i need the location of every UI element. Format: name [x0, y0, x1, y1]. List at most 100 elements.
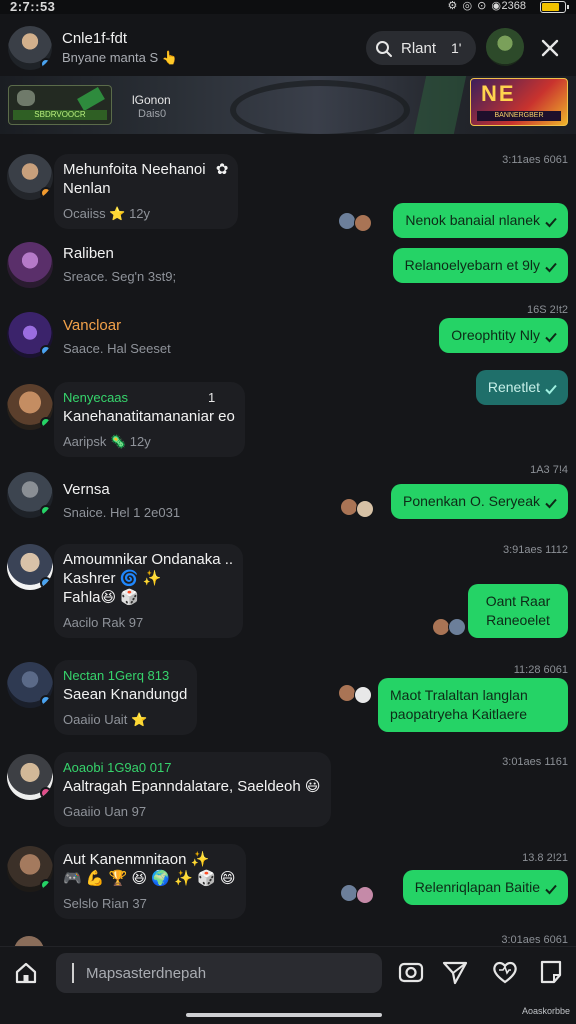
incoming-message[interactable]: Raliben Sreace. Seg'n 3st9;	[54, 238, 186, 292]
send-icon[interactable]	[440, 957, 470, 987]
sticker-icon[interactable]	[536, 957, 566, 987]
chat-row[interactable]: Raliben Sreace. Seg'n 3st9; Relanoelyeba…	[0, 238, 576, 304]
contact-avatar[interactable]	[7, 312, 53, 358]
status-dot-icon	[40, 577, 52, 589]
chat-row[interactable]: Nectan 1Gerq 813 Saean Knandungd Oaaiio …	[0, 658, 576, 748]
message-text: Kanehanatitamananiar eo	[63, 408, 235, 425]
message-sender: Aut Kanenmnitaon	[63, 851, 187, 868]
home-icon[interactable]	[12, 959, 40, 987]
message-composer[interactable]	[56, 953, 382, 993]
message-input[interactable]	[86, 961, 366, 985]
message-sender: Mehunfoita Neehanoi	[63, 161, 206, 178]
contact-avatar[interactable]	[7, 384, 53, 430]
outgoing-message-text: Relenriqlapan Baitie	[414, 879, 540, 895]
chat-header: Cnle1f-fdt Bnyane manta S 👆 Rlant 1'	[0, 14, 576, 76]
home-indicator[interactable]	[186, 1013, 382, 1017]
outgoing-message[interactable]: Relanoelyebarn et 9ly	[392, 248, 568, 283]
chat-row[interactable]: Mehunfoita Neehanoi ✿ Nenlan Ocaiiss ⭐ 1…	[0, 146, 576, 238]
chat-list[interactable]: Mehunfoita Neehanoi ✿ Nenlan Ocaiiss ⭐ 1…	[0, 138, 576, 946]
chat-row[interactable]: 3:01aes 6061	[0, 932, 576, 946]
outgoing-message[interactable]: Maot Tralaltan langlan paopatryeha Kaitl…	[378, 678, 568, 732]
message-text: Fahla	[63, 589, 101, 606]
incoming-message[interactable]: Amoumnikar Ondanaka .. Kashrer 🌀 ✨ Fahla…	[54, 544, 244, 638]
heart-icon[interactable]	[490, 957, 520, 987]
contact-avatar[interactable]	[7, 662, 53, 708]
message-text: Saean Knandungd	[63, 686, 188, 703]
incoming-message[interactable]: Vernsa Snaice. Hel 1 2e031	[54, 474, 190, 528]
chat-row[interactable]: Amoumnikar Ondanaka .. Kashrer 🌀 ✨ Fahla…	[0, 540, 576, 648]
incoming-message[interactable]: Nectan 1Gerq 813 Saean Knandungd Oaaiio …	[54, 660, 198, 735]
outgoing-message-text: paopatryeha Kaitlaere	[390, 706, 527, 722]
message-meta: Aaripsk	[63, 434, 107, 449]
outgoing-message[interactable]: Renetlet	[475, 370, 568, 405]
banner-thumbnail-label: SBDRVOOCR	[13, 110, 107, 120]
message-sender: Vernsa	[63, 481, 110, 498]
banner-subtitle: Dais0	[138, 108, 167, 120]
reaction-avatar	[356, 886, 374, 904]
message-meta: Gaaiio Uan	[63, 804, 129, 819]
promo-banner[interactable]: SBDRVOOCR lGonon Dais0 NE BANNERGBER	[0, 76, 576, 134]
outgoing-message[interactable]: Nenok banaial nlanek	[393, 203, 568, 238]
emoji: ✨	[190, 851, 210, 868]
star-emoji: ⭐	[130, 712, 148, 727]
chat-row[interactable]: Aut Kanenmnitaon ✨ 🎮 💪 🏆 😆 🌍 ✨ 🎲 😄 Selsl…	[0, 842, 576, 936]
contact-avatar[interactable]	[7, 544, 53, 590]
message-timestamp: 3:01aes 6061	[501, 934, 568, 946]
status-dot-icon	[40, 417, 52, 429]
message-timestamp: 11:28 6061	[513, 664, 568, 676]
chat-row[interactable]: Nenyecaas 1 Kanehanatitamananiar eo Aarip…	[0, 370, 576, 464]
text-caret	[72, 963, 74, 983]
banner-thumbnail[interactable]: SBDRVOOCR	[8, 85, 112, 125]
status-dot-icon	[40, 187, 52, 199]
outgoing-message[interactable]: Ponenkan O. Seryeak	[391, 484, 568, 519]
message-age: 97	[128, 615, 144, 630]
contact-avatar[interactable]	[7, 472, 53, 518]
message-text: Kashrer	[63, 570, 116, 587]
outgoing-message[interactable]: Relenriqlapan Baitie	[402, 870, 568, 905]
outgoing-message[interactable]: Oant Raar Raneoelet	[468, 584, 568, 638]
message-timestamp: 3:01aes 1161	[502, 756, 568, 768]
game-logo-subtitle: BANNERGBER	[477, 111, 561, 121]
message-text: Aaltragah Epanndalatare, Saeldeoh	[63, 778, 301, 795]
game-logo[interactable]: NE BANNERGBER	[470, 78, 568, 126]
clock: 2:7::53	[10, 0, 56, 14]
close-icon[interactable]	[538, 36, 562, 60]
message-timestamp: 13.8 2!21	[522, 852, 568, 864]
incoming-message[interactable]: Nenyecaas 1 Kanehanatitamananiar eo Aarip…	[54, 382, 245, 457]
camera-icon[interactable]	[396, 957, 426, 987]
message-age: 12y	[129, 434, 151, 449]
watermark: Aoaskorbbe	[521, 1006, 570, 1016]
chat-row[interactable]: Vernsa Snaice. Hel 1 2e031 1A3 7!4 Ponen…	[0, 464, 576, 536]
search-button[interactable]: Rlant 1'	[366, 31, 476, 65]
contact-avatar[interactable]	[7, 754, 53, 800]
chat-row[interactable]: Aoaobi 1G9a0 017 Aaltragah Epanndalatare…	[0, 750, 576, 836]
banner-title: lGonon	[132, 93, 171, 107]
contact-avatar[interactable]	[7, 154, 53, 200]
message-age: 37	[132, 896, 147, 911]
message-meta: Aacilo Rak	[63, 615, 126, 630]
contact-avatar[interactable]	[7, 846, 53, 892]
incoming-message[interactable]: Aut Kanenmnitaon ✨ 🎮 💪 🏆 😆 🌍 ✨ 🎲 😄 Selsl…	[54, 844, 246, 919]
contact-avatar[interactable]	[7, 242, 53, 288]
incoming-message[interactable]: Aoaobi 1G9a0 017 Aaltragah Epanndalatare…	[54, 752, 331, 827]
profile-avatar[interactable]	[8, 26, 52, 70]
subtitle-emoji: 👆	[161, 50, 178, 65]
status-dot-icon	[40, 787, 52, 799]
read-check-icon	[545, 332, 557, 343]
read-check-icon	[545, 384, 557, 395]
message-emoji-row: 🎮 💪 🏆 😆 🌍 ✨ 🎲 😄	[63, 870, 236, 887]
outgoing-message[interactable]: Oreophtity Nly	[439, 318, 568, 353]
message-sender: Nenyecaas	[63, 390, 129, 405]
reaction-avatar	[448, 618, 466, 636]
chat-row[interactable]: Vancloar Saace. Hal Seeset 16S 2!t2 Oreo…	[0, 304, 576, 376]
online-badge-icon	[40, 58, 52, 70]
incoming-message[interactable]: Mehunfoita Neehanoi ✿ Nenlan Ocaiiss ⭐ 1…	[54, 154, 239, 229]
incoming-message[interactable]: Vancloar Saace. Hal Seeset	[54, 310, 181, 364]
outgoing-message-text: Oant Raar	[485, 593, 551, 609]
message-text: Nenlan	[63, 180, 111, 197]
contact-avatar[interactable]	[14, 936, 44, 946]
secondary-avatar[interactable]	[486, 28, 524, 66]
read-check-icon	[545, 498, 557, 509]
system-icons: ⚙ ◎ ⊙ ◉	[447, 0, 502, 12]
message-sender: Aoaobi 1G9a0 017	[63, 760, 172, 775]
